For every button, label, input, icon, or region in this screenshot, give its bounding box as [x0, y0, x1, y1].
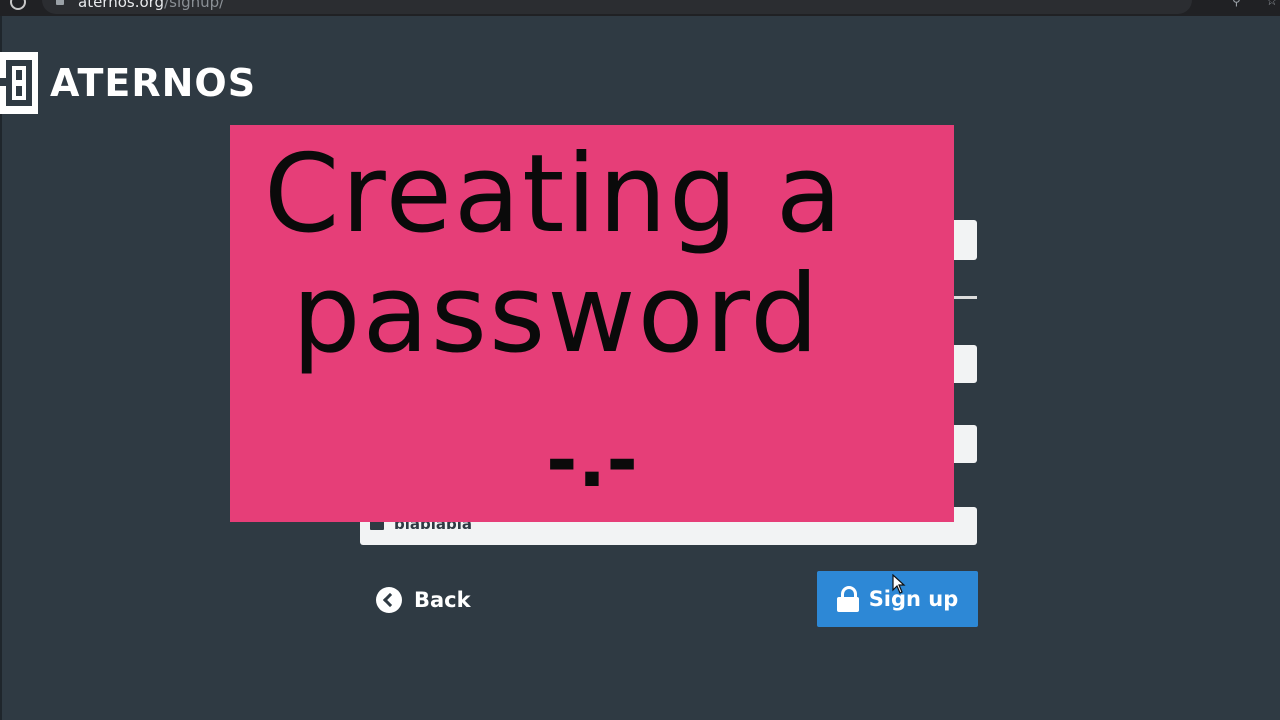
bookmark-star-icon[interactable]: ☆: [1266, 0, 1278, 9]
back-button[interactable]: Back: [376, 584, 471, 616]
browser-toolbar: aternos.org/signup/ ⚲ ☆: [0, 0, 1280, 16]
chevron-left-circle-icon: [376, 587, 402, 613]
page-edge: [0, 16, 2, 720]
overlay-title-line-2: password: [292, 252, 821, 377]
extension-icon[interactable]: ⚲: [1232, 0, 1246, 8]
sign-up-label: Sign up: [868, 587, 959, 611]
mouse-pointer-icon: [892, 574, 906, 594]
brand-logo-text: ATERNOS: [50, 61, 257, 105]
video-title-overlay: Creating a password -.-: [230, 125, 954, 522]
overlay-emoticon: -.-: [546, 415, 638, 504]
back-label: Back: [414, 588, 471, 612]
url-domain: aternos.org: [78, 0, 165, 11]
url-text[interactable]: aternos.org/signup/: [78, 0, 224, 11]
aternos-logo-icon: [0, 52, 38, 114]
site-info-icon[interactable]: [56, 0, 64, 5]
reload-icon[interactable]: [10, 0, 26, 10]
lock-icon: [836, 586, 859, 612]
overlay-title-line-1: Creating a: [264, 132, 844, 257]
url-path: /signup/: [164, 0, 225, 11]
